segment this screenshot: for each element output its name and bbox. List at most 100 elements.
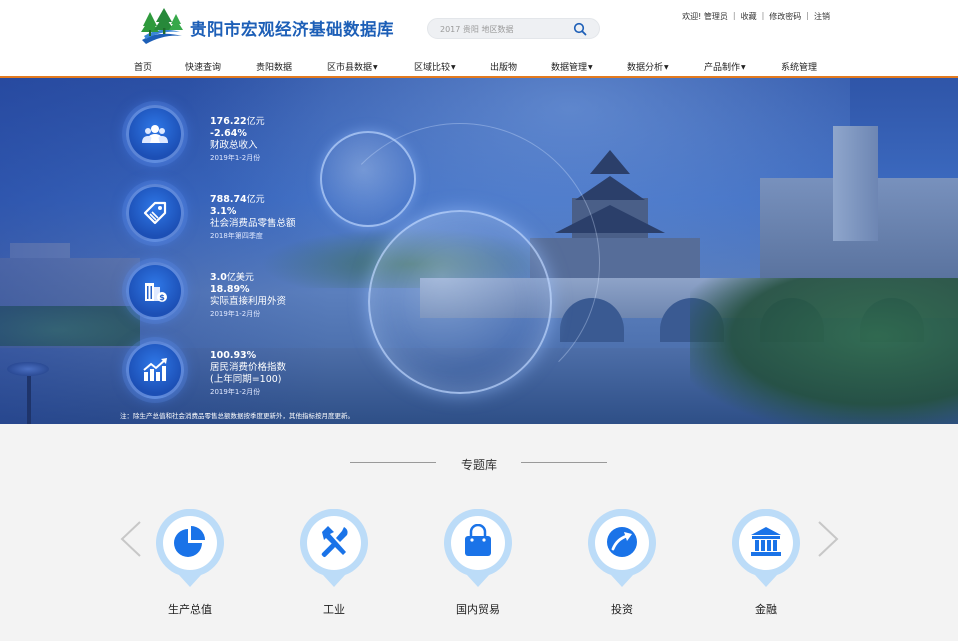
people-icon [142,125,168,143]
pavilion-roof [590,150,630,174]
trend-chart-icon [143,358,167,381]
stat-value-line: 3.0亿美元 [210,272,286,284]
stat-name: 实际直接利用外资 [210,296,287,307]
logout-link[interactable]: 注销 [814,11,830,22]
topic-heading: 专题库 [0,454,958,473]
chevron-right-icon[interactable] [815,519,841,559]
nav-item-system-management[interactable]: 系统管理 [781,60,817,73]
trees-right [690,278,958,424]
nav-label: 贵阳数据 [256,63,293,73]
stat-badge [126,184,184,242]
nav-label: 数据管理 [551,63,588,73]
stats-panel: 176.22亿元 -2.64% 财政总收入 2019年1-2月份 788.74亿… [0,78,354,424]
stat-name: 社会消费品零售总额 [210,218,296,229]
nav-item-guiyang-data[interactable]: 贵阳数据 [256,60,292,73]
logo-icon[interactable] [138,6,184,46]
tools-icon [321,526,348,557]
separator: | [806,11,809,20]
caret-down-icon: ▼ [741,64,746,71]
topic-domestic-trade[interactable]: 国内贸易 [428,509,528,617]
separator: | [761,11,765,20]
shopping-bag-icon [465,524,491,556]
stat-text: 176.22亿元 -2.64% 财政总收入 2019年1-2月份 [210,116,265,164]
site-title: 贵阳市宏观经济基础数据库 [190,20,394,39]
stat-date: 2019年1-2月份 [210,388,261,396]
pin-badge [586,509,658,589]
banner-footnote: 注：除生产总值和社会消费品零售总额数据按季度更新外，其他指标按月度更新。 [120,412,354,420]
stat-change: 18.89% [210,284,250,295]
topic-finance[interactable]: 金融 [716,509,816,617]
nav-item-home[interactable]: 首页 [134,60,152,73]
search-icon[interactable] [573,22,587,36]
header: 贵阳市宏观经济基础数据库 欢迎! 管理员 | 收藏 | 修改密码 | 注销 [0,0,958,56]
caret-down-icon: ▼ [451,64,456,71]
nav-label: 快速查询 [185,63,222,73]
stat-badge [126,105,184,163]
pie-chart-icon [174,526,205,557]
caret-down-icon: ▼ [373,64,378,71]
pin-badge [442,509,514,589]
nav-label: 区域比较 [414,63,451,73]
stat-change: -2.64% [210,128,247,139]
svg-text:$: $ [159,293,165,302]
stat-text: 788.74亿元 3.1% 社会消费品零售总额 2018年第四季度 [210,194,296,242]
background-tower [833,126,878,241]
nav-label: 出版物 [490,63,518,73]
stat-date: 2019年1-2月份 [210,310,261,318]
main-nav: 首页 快速查询 贵阳数据 区市县数据▼ 区域比较▼ 出版物 数据管理▼ 数据分析… [0,56,958,78]
change-password-link[interactable]: 修改密码 [769,11,801,22]
search-box [427,18,600,39]
building-dollar-icon: $ [145,283,167,302]
favorites-link[interactable]: 收藏 [741,11,757,22]
topic-label: 生产总值 [168,603,212,616]
topic-label: 金融 [755,603,777,616]
search-input[interactable] [440,21,570,37]
stat-date: 2018年第四季度 [210,232,263,240]
decorative-lens-large [368,210,552,394]
stat-name: 财政总收入 [210,140,258,151]
stat-badge [126,341,184,399]
stat-unit: 亿元 [246,117,265,127]
topic-label: 国内贸易 [456,603,500,616]
nav-label: 产品制作 [704,63,741,73]
separator: | [732,11,736,20]
user-links: 欢迎! 管理员 | 收藏 | 修改密码 | 注销 [682,11,830,22]
topic-investment[interactable]: 投资 [572,509,672,617]
nav-item-district-data[interactable]: 区市县数据▼ [327,60,378,73]
stat-value: 176.22 [210,116,247,127]
nav-item-product-making[interactable]: 产品制作▼ [704,60,746,73]
nav-label: 区市县数据 [327,63,373,73]
stat-badge: $ [126,262,184,320]
topic-label: 投资 [611,603,633,616]
stat-value: 788.74 [210,194,247,205]
stat-value: 3.0 [210,272,227,283]
topic-gdp[interactable]: 生产总值 [140,509,240,617]
stat-text: 3.0亿美元 18.89% 实际直接利用外资 2019年1-2月份 [210,272,286,320]
stat-date: 2019年1-2月份 [210,154,261,162]
topic-section: 专题库 生产总值 工业 国内贸易 投资 金融 [0,424,958,641]
pin-badge [298,509,370,589]
nav-item-quick-query[interactable]: 快速查询 [185,60,221,73]
topic-industry[interactable]: 工业 [284,509,384,617]
welcome-text: 欢迎! 管理员 [682,12,728,21]
stat-value-line: 788.74亿元 [210,194,296,206]
nav-item-data-analysis[interactable]: 数据分析▼ [627,60,669,73]
decorative-lens-small [320,131,416,227]
nav-item-publications[interactable]: 出版物 [490,60,517,73]
stat-unit: 亿美元 [226,273,254,283]
stat-change: 3.1% [210,206,237,217]
pavilion-roof [575,176,645,200]
nav-item-region-compare[interactable]: 区域比较▼ [414,60,456,73]
caret-down-icon: ▼ [588,64,593,71]
nav-label: 首页 [134,63,153,73]
stat-unit: 亿元 [246,195,265,205]
caret-down-icon: ▼ [664,64,669,71]
pin-badge [730,509,802,589]
price-tag-icon [143,201,167,225]
hero-banner: 176.22亿元 -2.64% 财政总收入 2019年1-2月份 788.74亿… [0,78,958,424]
nav-label: 数据分析 [627,63,664,73]
stat-value: 100.93% [210,350,257,361]
topic-label: 工业 [323,603,345,616]
nav-label: 系统管理 [781,63,818,73]
nav-item-data-management[interactable]: 数据管理▼ [551,60,593,73]
